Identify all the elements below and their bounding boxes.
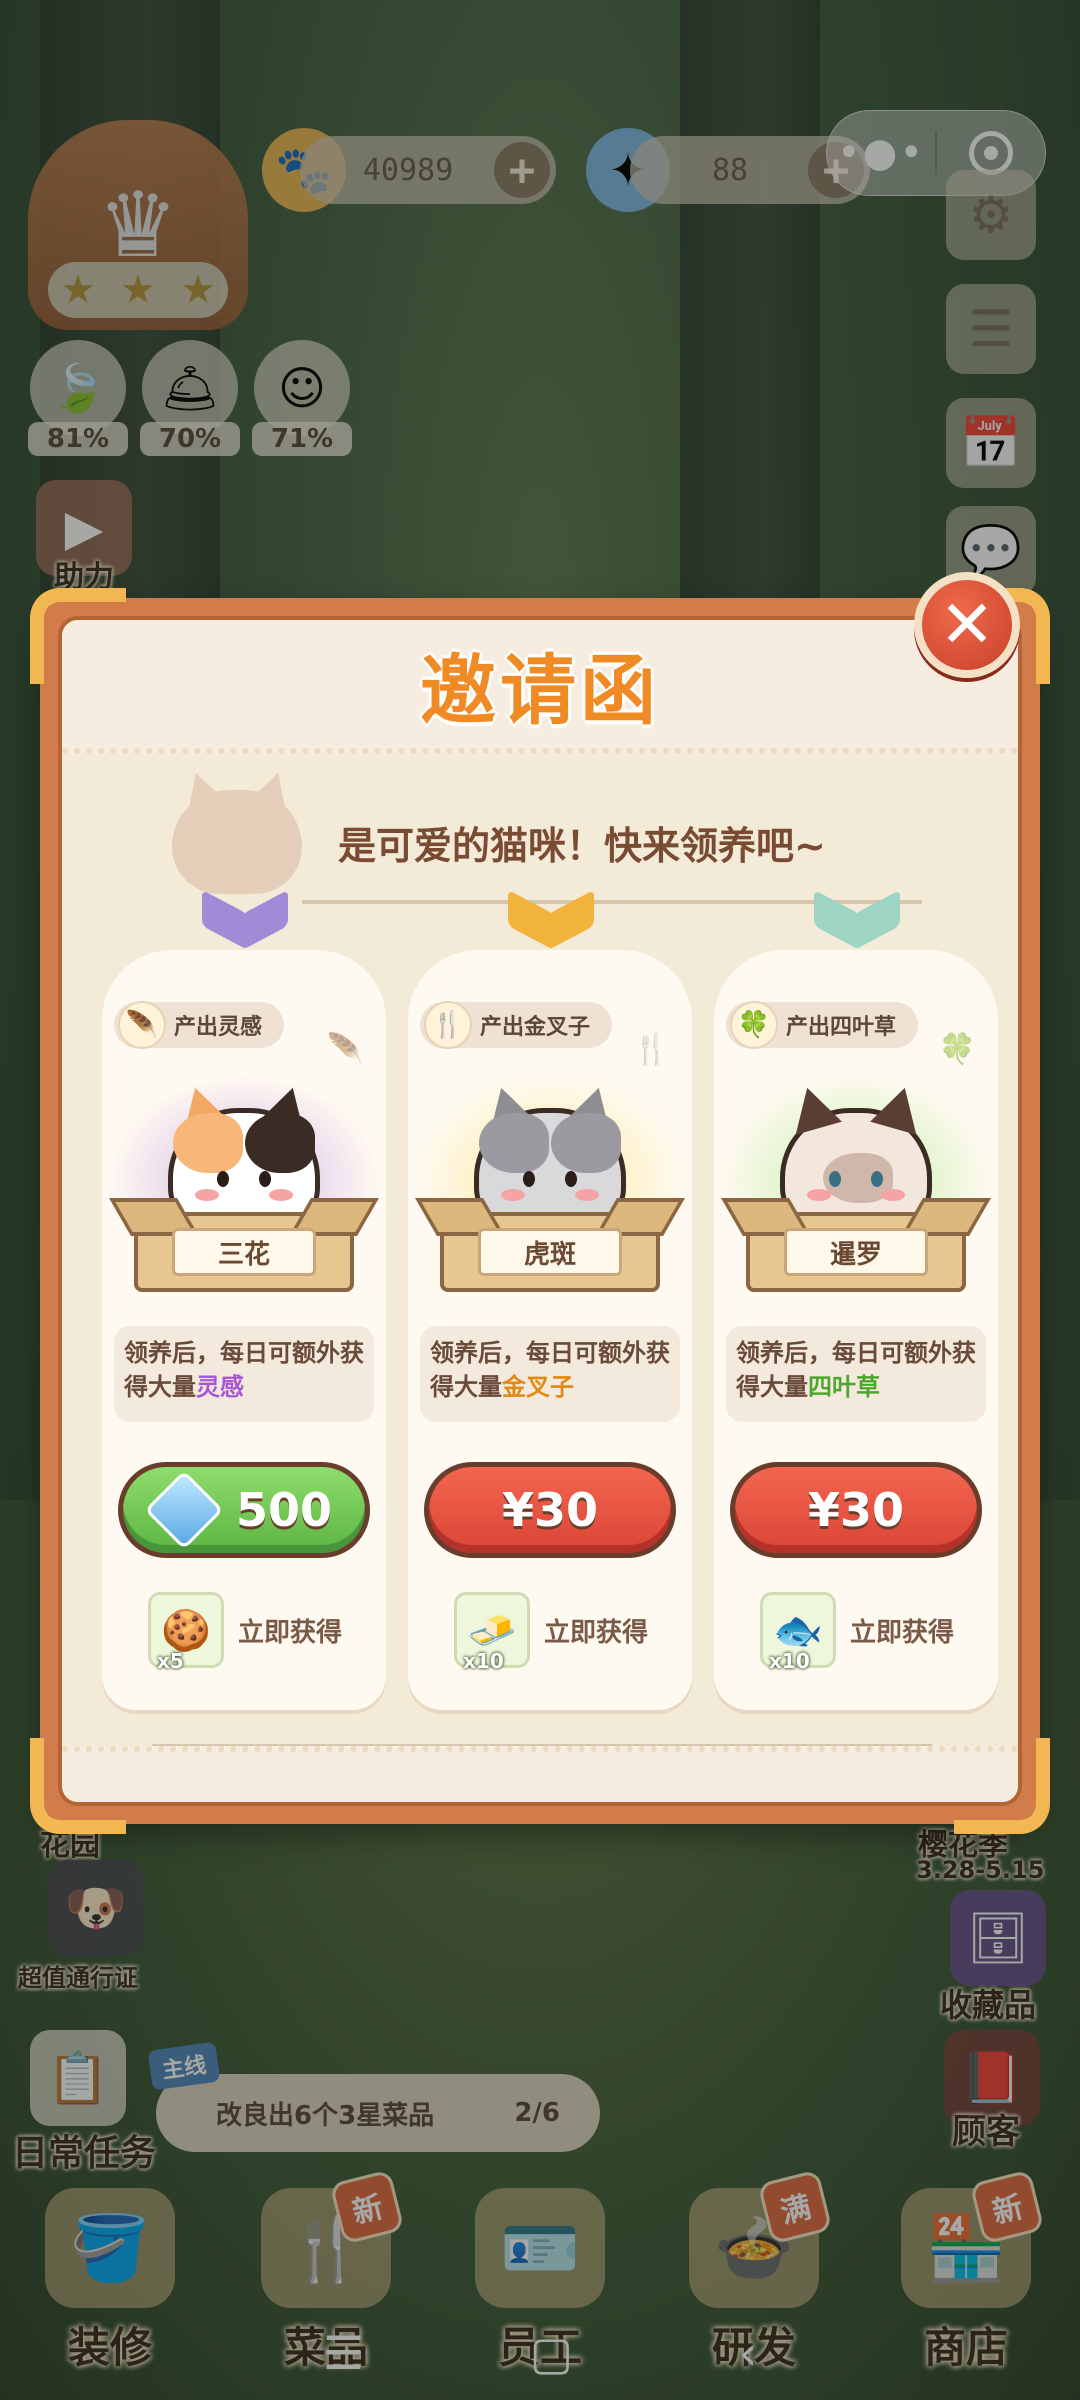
desc-highlight: 灵感 — [196, 1373, 244, 1401]
corner-ornament — [30, 1738, 126, 1834]
ribbon-icon — [814, 892, 900, 952]
cat-face-icon — [172, 790, 302, 894]
tabby-cat-illustration — [474, 1081, 626, 1228]
produce-tag: 🪶 产出灵感 — [114, 1001, 285, 1049]
clover-icon: 🍀 — [938, 1032, 976, 1067]
cat-name: 暹罗 — [784, 1228, 928, 1276]
produce-tag: 🍀 产出四叶草 — [726, 1001, 919, 1049]
ribbon-icon — [508, 892, 594, 952]
fork-icon: 🍴 — [632, 1032, 670, 1067]
instant-reward: 🧈 x10 立即获得 — [454, 1590, 649, 1673]
reward-label: 立即获得 — [850, 1617, 955, 1648]
feather-icon: 🪶 — [118, 1001, 166, 1049]
siamese-cat-illustration — [780, 1081, 932, 1228]
cat-card-siamese: 🍀 产出四叶草 🍀 暹罗 领养后，每日可额外获得大量四叶草 ¥30 🐟 x10 … — [714, 950, 998, 1710]
fork-icon: 🍴 — [424, 1001, 472, 1049]
dialog-footer — [62, 1746, 1018, 1802]
tofu-icon: 🧈 x10 — [454, 1592, 530, 1673]
produce-tag: 🍴 产出金叉子 — [420, 1001, 613, 1049]
price-label: 500 — [235, 1483, 333, 1537]
cat-cards: 🪶 产出灵感 🪶 三花 领养后，每日可额外获得大量灵感 500 🍪 x5 立即获… — [102, 950, 1006, 1710]
subtitle-row: 是可爱的猫咪！快来领养吧~ — [172, 790, 952, 894]
clover-icon: 🍀 — [730, 1001, 778, 1049]
produce-label: 产出四叶草 — [786, 1015, 897, 1040]
price-label: ¥30 — [501, 1483, 599, 1537]
reward-label: 立即获得 — [544, 1617, 649, 1648]
calico-cat-illustration — [168, 1081, 320, 1228]
cat-description: 领养后，每日可额外获得大量灵感 — [114, 1326, 374, 1422]
close-dialog-button[interactable]: ✕ — [914, 572, 1020, 678]
desc-highlight: 金叉子 — [502, 1373, 574, 1401]
ribbon-icon — [202, 892, 288, 952]
adopt-purchase-button[interactable]: ¥30 — [424, 1462, 676, 1558]
close-icon: ✕ — [939, 586, 995, 663]
fish-icon: 🐟 x10 — [760, 1592, 836, 1673]
cat-name: 三花 — [172, 1228, 316, 1276]
cat-name: 虎斑 — [478, 1228, 622, 1276]
produce-label: 产出金叉子 — [480, 1015, 591, 1040]
cat-card-calico: 🪶 产出灵感 🪶 三花 领养后，每日可额外获得大量灵感 500 🍪 x5 立即获… — [102, 950, 386, 1710]
dialog-header: 邀请函 — [62, 620, 1018, 754]
cardboard-box: 暹罗 — [746, 1212, 966, 1292]
gem-icon — [144, 1470, 224, 1550]
corner-ornament — [954, 1738, 1050, 1834]
desc-highlight: 四叶草 — [808, 1373, 880, 1401]
adopt-purchase-button[interactable]: ¥30 — [730, 1462, 982, 1558]
instant-reward: 🍪 x5 立即获得 — [148, 1590, 343, 1673]
instant-reward: 🐟 x10 立即获得 — [760, 1590, 955, 1673]
invitation-dialog: 邀请函 是可爱的猫咪！快来领养吧~ 🪶 产出灵感 🪶 三花 领养后，每日可额外获… — [30, 588, 1050, 1834]
corner-ornament — [30, 588, 126, 684]
dialog-subtitle: 是可爱的猫咪！快来领养吧~ — [338, 823, 826, 868]
adopt-gem-button[interactable]: 500 — [118, 1462, 370, 1558]
dialog-title: 邀请函 — [420, 646, 660, 735]
reward-label: 立即获得 — [238, 1617, 343, 1648]
cat-description: 领养后，每日可额外获得大量金叉子 — [420, 1326, 680, 1422]
cardboard-box: 三花 — [134, 1212, 354, 1292]
price-label: ¥30 — [807, 1483, 905, 1537]
dialog-body: 邀请函 是可爱的猫咪！快来领养吧~ 🪶 产出灵感 🪶 三花 领养后，每日可额外获… — [58, 616, 1022, 1806]
cat-card-tabby: 🍴 产出金叉子 🍴 虎斑 领养后，每日可额外获得大量金叉子 ¥30 🧈 x10 … — [408, 950, 692, 1710]
reward-qty: x10 — [769, 1649, 810, 1673]
produce-label: 产出灵感 — [174, 1015, 263, 1040]
cookie-icon: 🍪 x5 — [148, 1592, 224, 1673]
feather-icon: 🪶 — [326, 1032, 364, 1067]
cat-description: 领养后，每日可额外获得大量四叶草 — [726, 1326, 986, 1422]
reward-qty: x5 — [157, 1649, 184, 1673]
reward-qty: x10 — [463, 1649, 504, 1673]
desc-text: 领养后，每日可额外获得大量 — [124, 1339, 364, 1401]
cardboard-box: 虎斑 — [440, 1212, 660, 1292]
